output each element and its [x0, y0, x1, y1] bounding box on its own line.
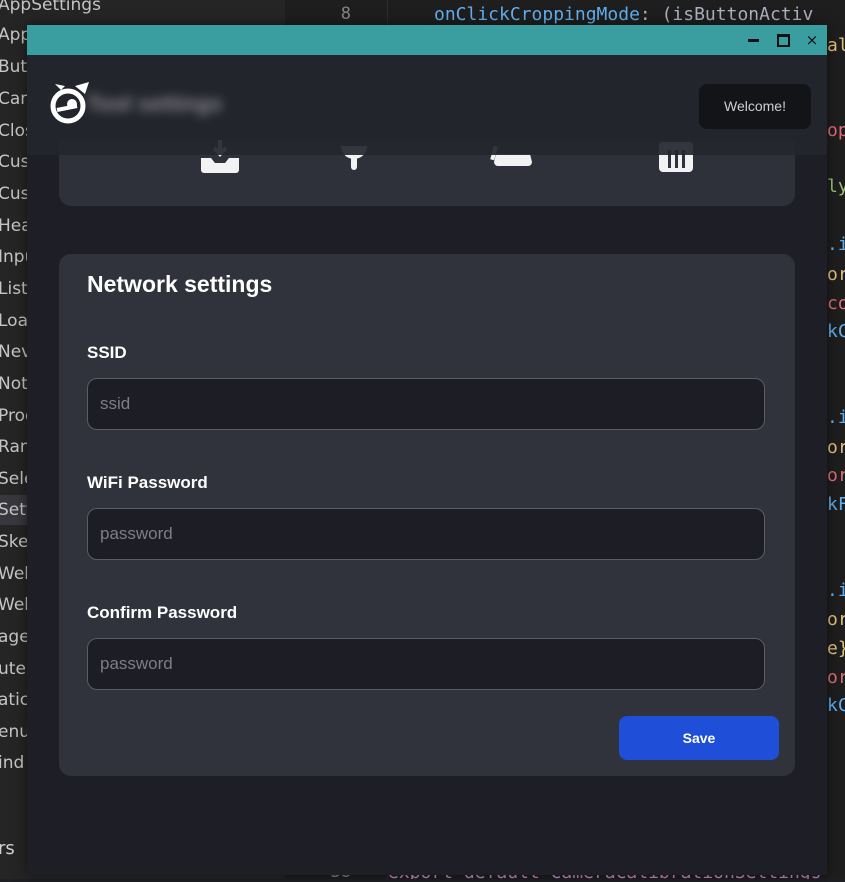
code-fragment: ly [827, 176, 845, 197]
app-logo-icon[interactable] [47, 80, 93, 126]
code-token-function: onClickCroppingMode [434, 4, 640, 25]
minimize-button[interactable] [738, 25, 768, 55]
code-fragment: or [827, 264, 845, 285]
code-fragment: kC [827, 695, 845, 716]
ssid-input[interactable] [87, 378, 765, 430]
blurred-section-title: Tool settings [87, 91, 223, 116]
code-fragment: kC [827, 321, 845, 342]
code-fragment: or [827, 465, 845, 486]
code-fragment: al [827, 35, 845, 56]
minimize-icon [747, 39, 759, 42]
explorer-item[interactable]: AppSettings [0, 0, 101, 20]
code-fragment: .i [827, 580, 845, 601]
app-window: × Tool settings Welcome! Network setting… [27, 25, 827, 875]
explorer-item[interactable]: ind [0, 748, 24, 778]
explorer-item[interactable]: Loa [0, 306, 28, 336]
confirm-password-label: Confirm Password [87, 603, 238, 622]
explorer-footer: rs [0, 838, 15, 859]
window-titlebar[interactable]: × [27, 25, 827, 55]
code-fragment: or [827, 609, 845, 630]
code-fragment: .i [827, 234, 845, 255]
code-fragment: or [827, 437, 845, 458]
wifi-password-input[interactable] [87, 508, 765, 560]
code-fragment: or [827, 667, 845, 688]
maximize-button[interactable] [768, 25, 798, 55]
app-header: Tool settings Welcome! [27, 55, 827, 155]
explorer-item[interactable]: Not [0, 369, 28, 399]
save-button[interactable]: Save [619, 716, 779, 760]
card-title: Network settings [87, 271, 273, 297]
maximize-icon [776, 34, 790, 47]
network-settings-card: Network settings SSID WiFi Password Conf… [59, 254, 795, 776]
code-fragment: e} [827, 638, 845, 659]
explorer-item[interactable]: enu [0, 717, 30, 747]
code-fragment: co [827, 293, 845, 314]
line-number: 8 [340, 4, 351, 24]
welcome-toast: Welcome! [699, 84, 811, 129]
code-line: onClickCroppingMode: (isButtonActiv [434, 4, 813, 25]
explorer-item[interactable]: atic [0, 685, 29, 715]
wifi-password-label: WiFi Password [87, 473, 208, 492]
close-button[interactable]: × [797, 25, 827, 55]
code-fragment: op [827, 120, 845, 141]
explorer-item[interactable]: List [0, 274, 28, 304]
ssid-label: SSID [87, 343, 127, 362]
code-fragment: kF [827, 494, 845, 515]
explorer-item[interactable]: ute [0, 654, 26, 684]
code-fragment: .i [827, 407, 845, 428]
code-token-rest: : (isButtonActiv [639, 4, 814, 25]
confirm-password-input[interactable] [87, 638, 765, 690]
close-icon: × [805, 31, 819, 49]
